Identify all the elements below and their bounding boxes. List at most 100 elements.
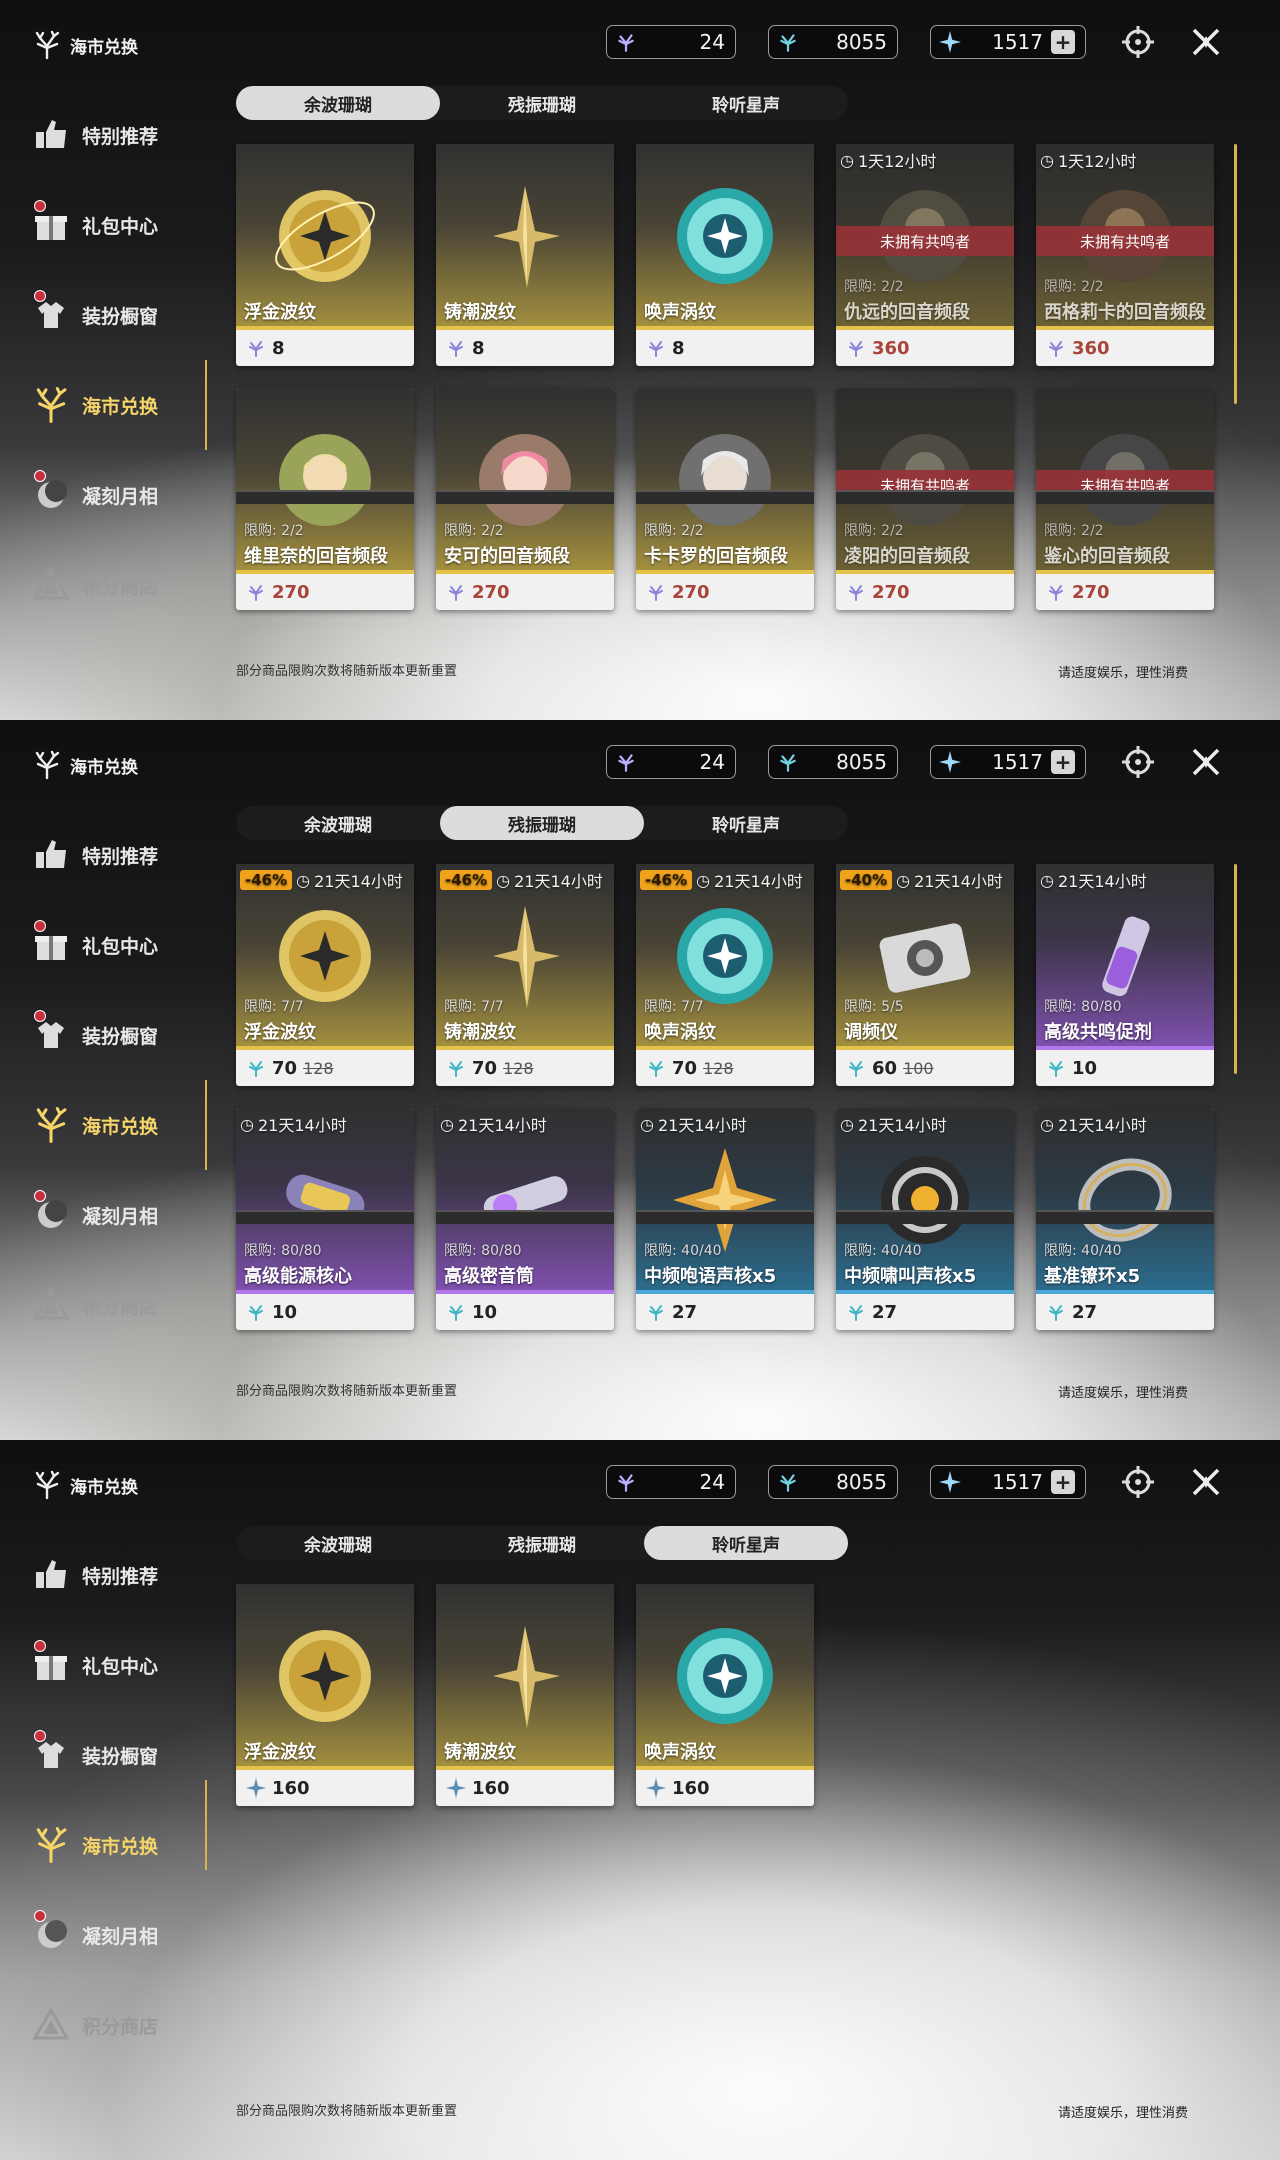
sidebar: 特别推荐 礼包中心 装扮橱窗 海市兑换 凝刻月相 积分商店 [24, 90, 214, 630]
item-name: 凌阳的回音频段 [844, 546, 970, 567]
price-value: 10 [472, 1301, 498, 1323]
scrollbar[interactable] [1234, 144, 1237, 404]
sidebar-item-label: 海市兑换 [82, 1835, 159, 1858]
sidebar-item-points-shop[interactable]: 积分商店 [24, 1260, 214, 1350]
price-value: 160 [272, 1777, 310, 1799]
sidebar-item-label: 礼包中心 [82, 935, 159, 958]
timer: ◷ 21天14小时 [440, 1112, 547, 1136]
sidebar-item-exchange[interactable]: 海市兑换 [24, 1800, 214, 1890]
scrollbar[interactable] [1234, 864, 1237, 1074]
sidebar-item-moon[interactable]: 凝刻月相 [24, 1890, 214, 1980]
sidebar-item-outfit[interactable]: 装扮橱窗 [24, 1710, 214, 1800]
sidebar-item-gift[interactable]: 礼包中心 [24, 1620, 214, 1710]
add-currency-button[interactable]: + [1051, 30, 1075, 54]
notification-dot [34, 290, 46, 302]
shop-item-card[interactable]: 浮金波纹 8 [236, 144, 414, 366]
item-name: 高级密音筒 [444, 1266, 534, 1287]
sidebar-item-exchange[interactable]: 海市兑换 [24, 360, 214, 450]
afterglow-coral-icon [249, 341, 263, 357]
clock-icon: ◷ [696, 870, 711, 890]
item-price: 160 [636, 1770, 814, 1806]
shop-item-card[interactable]: ◷ 1天12小时 未拥有共鸣者 限购: 2/2 仇远的回音频段 360 [836, 144, 1014, 366]
tab-oscillate-coral[interactable]: 残振珊瑚 [440, 1526, 644, 1560]
lunite-star-icon [646, 1778, 666, 1798]
shop-item-card[interactable]: -46% ◷ 21天14小时 限购: 7/7 唤声涡纹 70 128 [636, 864, 814, 1086]
afterglow-coral-icon [649, 585, 663, 601]
oscillate-coral-icon [780, 1474, 796, 1492]
compass-icon[interactable] [1118, 742, 1158, 782]
close-icon[interactable] [1186, 742, 1226, 782]
price-value: 27 [672, 1301, 698, 1323]
close-icon[interactable] [1186, 1462, 1226, 1502]
add-currency-button[interactable]: + [1051, 750, 1075, 774]
sidebar-item-recommend[interactable]: 特别推荐 [24, 810, 214, 900]
shop-item-card[interactable]: ◷ 21天14小时 限购: 80/80 高级共鸣促剂 10 [1036, 864, 1214, 1086]
sidebar-item-label: 积分商店 [82, 1295, 159, 1318]
shop-item-card[interactable]: 唤声涡纹 160 [636, 1584, 814, 1806]
lunite-star-icon [939, 751, 961, 773]
tab-afterglow-coral[interactable]: 余波珊瑚 [236, 1526, 440, 1560]
sidebar-item-points-shop[interactable]: 积分商店 [24, 540, 214, 630]
timer: ◷ 21天14小时 [1040, 868, 1147, 892]
shop-item-card[interactable]: 浮金波纹 160 [236, 1584, 414, 1806]
tab-listening-star[interactable]: 聆听星声 [644, 806, 848, 840]
currency-value: 8055 [836, 30, 887, 54]
thumbs-up-icon [30, 1554, 72, 1596]
shop-item-card[interactable]: -46% ◷ 21天14小时 限购: 7/7 浮金波纹 70 128 [236, 864, 414, 1086]
coral-icon [30, 1104, 72, 1146]
sidebar-item-recommend[interactable]: 特别推荐 [24, 90, 214, 180]
shop-screen-oscillate: 海市兑换 特别推荐 礼包中心 装扮橱窗 海市兑换 凝刻月相 积分商店 24 80… [0, 720, 1280, 1440]
sidebar-item-outfit[interactable]: 装扮橱窗 [24, 990, 214, 1080]
notification-dot [34, 1910, 46, 1922]
shop-item-card[interactable]: 铸潮波纹 8 [436, 144, 614, 366]
thumbs-up-icon [30, 834, 72, 876]
sidebar-item-gift[interactable]: 礼包中心 [24, 900, 214, 990]
sidebar-item-outfit[interactable]: 装扮橱窗 [24, 270, 214, 360]
active-indicator [205, 1780, 207, 1870]
currency-afterglow: 24 [606, 1465, 736, 1499]
item-price: 60 100 [836, 1050, 1014, 1086]
sidebar-item-recommend[interactable]: 特别推荐 [24, 1530, 214, 1620]
sidebar-item-moon[interactable]: 凝刻月相 [24, 450, 214, 540]
clock-icon: ◷ [496, 870, 511, 890]
item-price: 70 128 [436, 1050, 614, 1086]
tab-afterglow-coral[interactable]: 余波珊瑚 [236, 86, 440, 120]
shop-item-card[interactable]: 铸潮波纹 160 [436, 1584, 614, 1806]
coral-icon [35, 750, 60, 780]
sidebar-item-moon[interactable]: 凝刻月相 [24, 1170, 214, 1260]
tab-oscillate-coral[interactable]: 残振珊瑚 [440, 806, 644, 840]
shop-item-card[interactable]: 唤声涡纹 8 [636, 144, 814, 366]
timer: -46% ◷ 21天14小时 [240, 868, 403, 892]
shop-item-card[interactable]: -46% ◷ 21天14小时 限购: 7/7 铸潮波纹 70 128 [436, 864, 614, 1086]
purchase-limit: 限购: 40/40 [844, 1243, 922, 1259]
close-icon[interactable] [1186, 22, 1226, 62]
compass-icon[interactable] [1118, 22, 1158, 62]
item-name: 铸潮波纹 [444, 1742, 516, 1763]
shop-screen-coral: 海市兑换 特别推荐 礼包中心 装扮橱窗 海市兑换 凝刻月相 积分商店 24 80… [0, 0, 1280, 720]
oscillate-coral-icon [249, 1305, 263, 1321]
next-row-card-peek [836, 490, 1014, 504]
gold-orb-icon [275, 190, 375, 282]
item-name: 安可的回音频段 [444, 546, 570, 567]
sidebar-item-points-shop[interactable]: 积分商店 [24, 1980, 214, 2070]
shop-item-card[interactable]: -40% ◷ 21天14小时 限购: 5/5 调频仪 60 100 [836, 864, 1014, 1086]
price-value: 10 [1072, 1057, 1098, 1079]
shop-item-card[interactable]: ◷ 1天12小时 未拥有共鸣者 限购: 2/2 西格莉卡的回音频段 360 [1036, 144, 1214, 366]
tab-afterglow-coral[interactable]: 余波珊瑚 [236, 806, 440, 840]
tab-listening-star[interactable]: 聆听星声 [644, 1526, 848, 1560]
compass-icon[interactable] [1118, 1462, 1158, 1502]
add-currency-button[interactable]: + [1051, 1470, 1075, 1494]
tab-oscillate-coral[interactable]: 残振珊瑚 [440, 86, 644, 120]
sidebar-item-exchange[interactable]: 海市兑换 [24, 1080, 214, 1170]
item-name: 唤声涡纹 [644, 302, 716, 323]
sidebar-item-label: 特别推荐 [82, 125, 159, 148]
discount-badge: -46% [440, 870, 493, 890]
coral-icon [30, 1824, 72, 1866]
tab-listening-star[interactable]: 聆听星声 [644, 86, 848, 120]
price-value: 8 [472, 337, 485, 359]
not-owned-banner: 未拥有共鸣者 [836, 226, 1014, 256]
item-name: 浮金波纹 [244, 1742, 316, 1763]
sidebar-item-gift[interactable]: 礼包中心 [24, 180, 214, 270]
shop-screen-star: 海市兑换 特别推荐 礼包中心 装扮橱窗 海市兑换 凝刻月相 积分商店 24 80… [0, 1440, 1280, 2160]
purchase-limit: 限购: 80/80 [244, 1243, 322, 1259]
